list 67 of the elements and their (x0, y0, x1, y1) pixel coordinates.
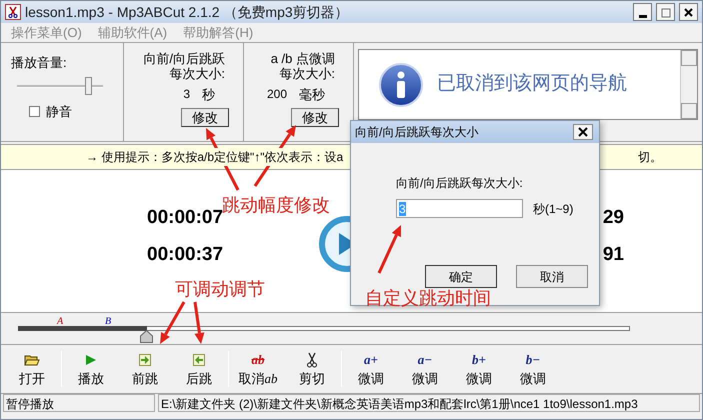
close-button[interactable] (573, 124, 593, 140)
app-icon (5, 4, 21, 20)
time-display: 91 (602, 245, 624, 265)
info-icon (379, 62, 423, 106)
browser-message: 已取消到该网页的导航 (437, 72, 627, 96)
close-icon (578, 127, 588, 137)
letter-icon: b− (526, 352, 540, 368)
toolbar-button[interactable]: b+ 微调 (452, 347, 506, 391)
toolbar-button[interactable]: 剪切 (285, 347, 339, 391)
setting-unit: 秒 (202, 87, 215, 102)
edit-button[interactable]: 修改 (291, 108, 339, 127)
toolbar-button[interactable]: b− 微调 (506, 347, 560, 391)
annotation-text: 可调动调节 (175, 278, 265, 301)
volume-slider[interactable] (17, 76, 103, 94)
minimize-button[interactable] (633, 3, 652, 21)
annotation-arrow (378, 225, 401, 274)
field-label: 向前/向后跳跃每次大小: (396, 175, 524, 192)
setting-title: 向前/向后跳跃 (143, 51, 225, 66)
toolbar-button[interactable]: ab 取消ab (231, 347, 285, 391)
toolbar-button[interactable]: 后跳 (172, 347, 226, 391)
letter-icon: b+ (472, 352, 486, 368)
time-display: 29 (602, 208, 624, 228)
toolbar-button[interactable]: 打开 (5, 347, 59, 391)
toolbar-button[interactable]: a+ 微调 (344, 347, 398, 391)
scissors-icon (306, 352, 318, 368)
setting-unit: 毫秒 (299, 87, 325, 102)
toolbar-button[interactable]: a− 微调 (398, 347, 452, 391)
window-title: lesson1.mp3 - Mp3ABCut 2.1.2 （免费mp3剪切器） (25, 2, 350, 22)
hint-text: → 使用提示：多次按a/b定位键"↑"依次表示：设a (86, 148, 344, 166)
mute-checkbox[interactable] (29, 106, 40, 117)
unit-label: 秒(1~9) (533, 200, 574, 218)
timeline-track[interactable] (18, 326, 630, 344)
setting-subtitle: 每次大小: (169, 66, 225, 81)
setting-title: a /b 点微调 (270, 51, 335, 66)
hint-text: 切。 (638, 149, 662, 166)
status-text: 暂停播放 (3, 394, 155, 412)
selected-text: 3 (399, 202, 406, 216)
toolbar-button[interactable]: 前跳 (118, 347, 172, 391)
time-display: 00:00:37 (147, 245, 224, 265)
setting-value: 200 (266, 87, 287, 102)
marker-label: B (105, 315, 112, 329)
cancel-button[interactable]: 取消 (516, 265, 588, 288)
ok-button[interactable]: 确定 (425, 265, 497, 288)
maximize-icon (659, 6, 672, 18)
annotation-arrow (160, 301, 186, 344)
play-icon (85, 352, 97, 368)
setting-value: 3 (183, 87, 190, 102)
maximize-button[interactable] (656, 3, 675, 21)
edit-button[interactable]: 修改 (181, 108, 229, 127)
letter-icon: ab (252, 352, 264, 368)
annotation-text: 跳动幅度修改 (222, 194, 330, 215)
annotation-arrow (194, 302, 204, 344)
mute-label: 静音 (46, 102, 72, 120)
minimize-icon (638, 14, 646, 18)
slider-thumb[interactable] (85, 76, 92, 94)
toolbar-button[interactable]: 播放 (64, 347, 118, 391)
annotation-text: 自定义跳动时间 (365, 287, 491, 310)
file-path: E:\新建文件夹 (2)\新建文件夹\新概念英语美语mp3和配套lrc\第1册\nce1 1to9\lesson1.mp3 (158, 394, 700, 412)
letter-icon: a− (418, 352, 432, 368)
dialog-title: 向前/向后跳跃每次大小 (355, 124, 480, 141)
close-button[interactable] (679, 3, 698, 21)
volume-label: 播放音量: (11, 54, 68, 72)
letter-icon: a+ (364, 352, 378, 368)
close-icon (682, 6, 695, 18)
setting-subtitle: 每次大小: (279, 66, 335, 81)
time-display: 00:00:07 (147, 208, 224, 228)
marker-label: A (57, 315, 64, 329)
